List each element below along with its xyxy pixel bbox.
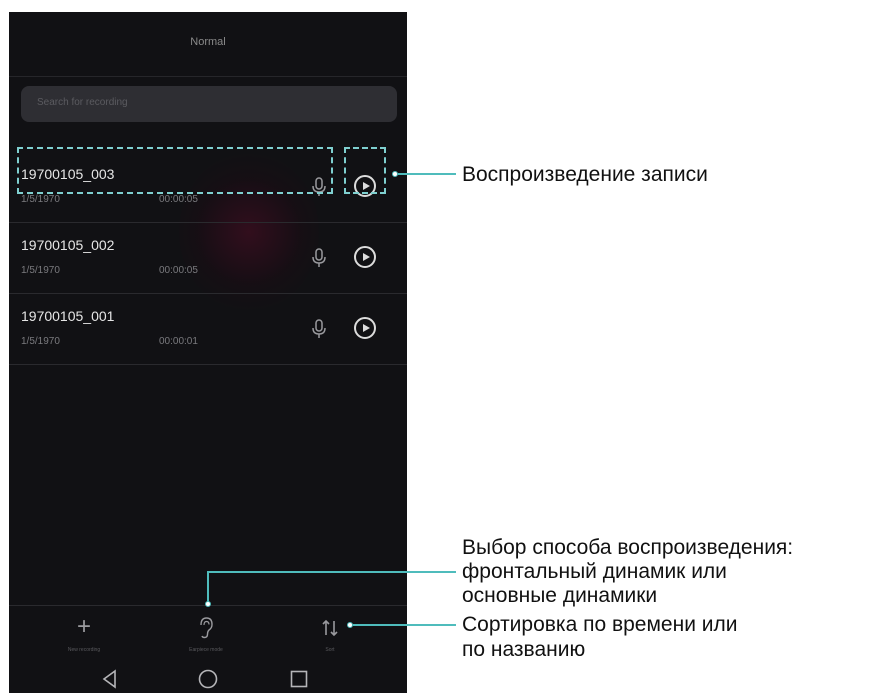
recording-duration: 00:00:05 (159, 265, 198, 276)
new-recording-label: New recording (67, 647, 101, 653)
ear-icon (151, 614, 261, 640)
annotation-mode-line3: основные динамики (462, 584, 658, 607)
header-divider (9, 76, 407, 77)
microphone-icon (312, 248, 326, 267)
play-icon[interactable] (354, 317, 376, 339)
recording-date: 1/5/1970 (21, 336, 60, 347)
annotation-mode-line1: Выбор способа воспроизведения: (462, 536, 794, 559)
list-item[interactable]: 19700105_001 1/5/1970 00:00:01 (9, 294, 407, 365)
recording-name: 19700105_002 (21, 237, 115, 253)
highlight-box-play (344, 147, 386, 194)
list-item[interactable]: 19700105_002 1/5/1970 00:00:05 (9, 223, 407, 294)
callout-line-mode-vertical (207, 571, 209, 602)
search-field[interactable]: Search for recording (21, 86, 397, 122)
earpiece-mode-label: Earpiece mode (189, 647, 223, 653)
recents-icon[interactable] (288, 668, 310, 690)
search-placeholder: Search for recording (37, 97, 128, 108)
sort-button[interactable]: Sort (275, 614, 385, 653)
callout-line-mode (207, 571, 456, 573)
annotation-sort-line1: Сортировка по времени или (462, 613, 738, 636)
recording-name: 19700105_001 (21, 308, 115, 324)
recording-duration: 00:00:01 (159, 336, 198, 347)
callout-line-sort (353, 624, 456, 626)
new-recording-button[interactable]: + New recording (29, 613, 139, 654)
earpiece-mode-button[interactable]: Earpiece mode (151, 614, 261, 653)
page-title: Normal (190, 36, 226, 48)
annotation-mode-line2: фронтальный динамик или (462, 560, 727, 583)
recording-duration: 00:00:05 (159, 194, 198, 205)
back-icon[interactable] (99, 668, 121, 690)
recording-date: 1/5/1970 (21, 194, 60, 205)
sort-icon (275, 614, 385, 640)
sort-label: Sort (325, 647, 335, 653)
plus-icon: + (76, 613, 91, 640)
annotation-sort-line2: по названию (462, 638, 586, 661)
annotation-play: Воспроизведение записи (462, 163, 708, 186)
callout-line-play (398, 173, 456, 175)
recording-date: 1/5/1970 (21, 265, 60, 276)
highlight-box-recording (17, 147, 333, 194)
play-icon[interactable] (354, 246, 376, 268)
microphone-icon (312, 319, 326, 338)
home-icon[interactable] (197, 668, 219, 690)
